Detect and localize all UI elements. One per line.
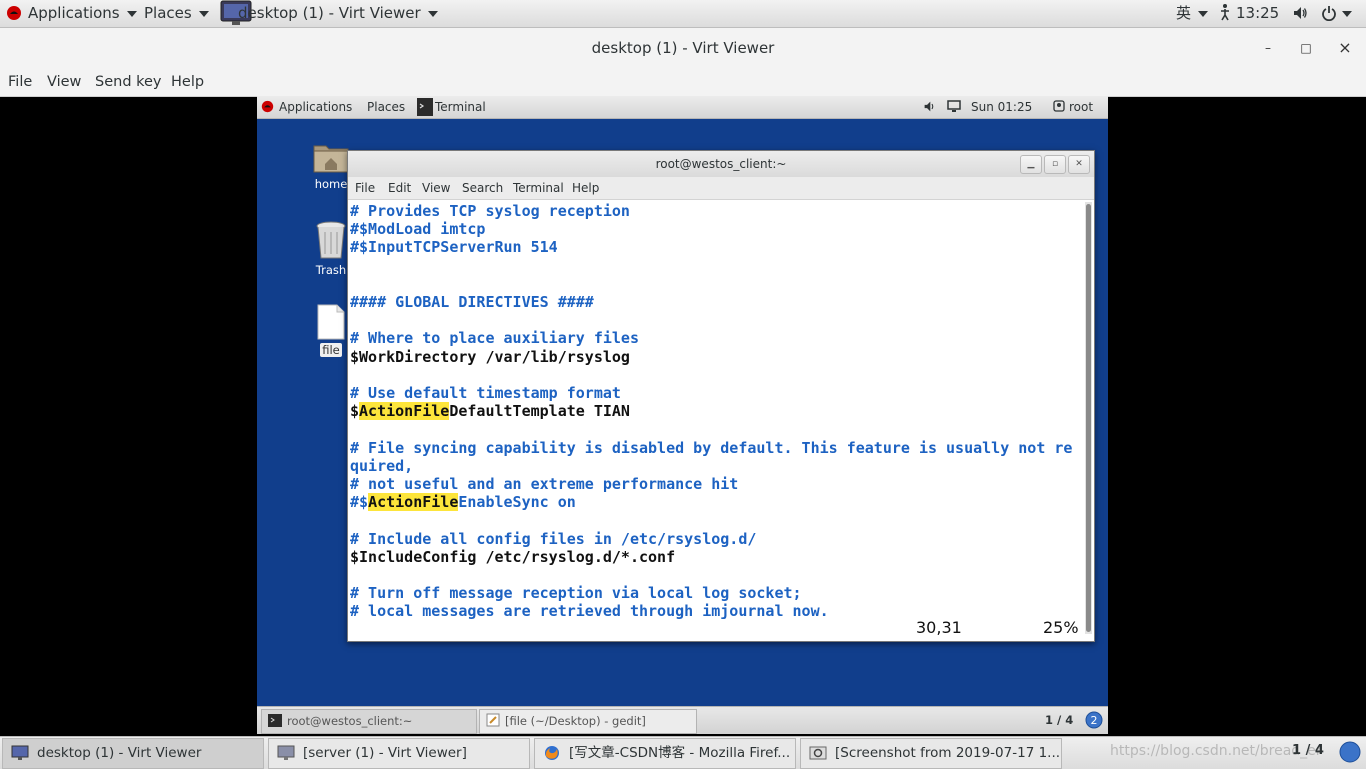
terminal-line: #### GLOBAL DIRECTIVES ####	[350, 293, 594, 311]
host-applications-menu[interactable]: Applications	[6, 0, 137, 27]
chevron-down-icon	[1342, 10, 1352, 17]
terminal-menu-bar: File Edit View Search Terminal Help	[348, 177, 1094, 200]
host-task-desktop-viewer[interactable]: desktop (1) - Virt Viewer	[2, 738, 264, 769]
terminal-menu-terminal[interactable]: Terminal	[513, 177, 564, 199]
terminal-title: root@westos_client:~	[655, 157, 787, 171]
watermark: https://blog.csdn.net/bread_er	[1110, 743, 1322, 759]
terminal-content[interactable]: # Provides TCP syslog reception #$ModLoad…	[350, 202, 1082, 639]
host-active-window-menu[interactable]: desktop (1) - Virt Viewer	[218, 0, 438, 27]
menu-view[interactable]: View	[47, 68, 81, 96]
redhat-icon	[7, 6, 21, 20]
terminal-icon	[417, 98, 433, 116]
terminal-line: # not useful and an extreme performance …	[350, 475, 739, 493]
cursor-position: 30,31	[916, 618, 962, 637]
terminal-menu-search[interactable]: Search	[462, 177, 503, 199]
host-taskbar: desktop (1) - Virt Viewer [server (1) - …	[0, 736, 1366, 769]
maximize-button[interactable]: □	[1294, 28, 1318, 68]
guest-task-terminal[interactable]: root@westos_client:~	[261, 709, 477, 734]
chevron-down-icon	[1198, 10, 1209, 17]
terminal-menu-view[interactable]: View	[422, 177, 450, 199]
host-top-panel: Applications Places desktop (1) - Virt V…	[0, 0, 1366, 28]
chevron-down-icon	[198, 10, 209, 17]
terminal-line: # Turn off message reception via local l…	[350, 584, 802, 603]
guest-taskbar: root@westos_client:~ [file (~/Desktop) -…	[257, 706, 1108, 734]
terminal-line: $IncludeConfig /etc/rsyslog.d/*.conf	[350, 547, 676, 566]
scroll-percent: 25%	[1043, 618, 1079, 637]
host-clock[interactable]: 13:25	[1220, 0, 1279, 27]
guest-user-menu[interactable]: root	[1053, 96, 1093, 118]
terminal-line: # Use default timestamp format	[350, 384, 621, 402]
terminal-line: $WorkDirectory /var/lib/rsyslog	[350, 347, 630, 366]
svg-text:2: 2	[1091, 714, 1098, 727]
terminal-line: # Include all config files in /etc/rsysl…	[350, 529, 757, 548]
trash-icon	[316, 221, 346, 259]
guest-applications-menu[interactable]: Applications	[261, 96, 352, 118]
accessibility-icon	[1221, 4, 1229, 21]
host-task-server-viewer[interactable]: [server (1) - Virt Viewer]	[268, 738, 530, 769]
host-task-firefox[interactable]: [写文章-CSDN博客 - Mozilla Firef...	[534, 738, 796, 769]
terminal-maximize-button[interactable]: ▫	[1044, 155, 1066, 174]
guest-volume-icon[interactable]	[923, 96, 936, 118]
guest-top-panel: Applications Places Terminal Sun 01:25 r…	[257, 96, 1108, 119]
terminal-close-button[interactable]: ✕	[1068, 155, 1090, 174]
guest-notification-icon[interactable]: 2	[1085, 711, 1103, 732]
close-button[interactable]: ×	[1333, 28, 1357, 68]
user-icon	[1053, 100, 1065, 112]
guest-clock[interactable]: Sun 01:25	[971, 96, 1032, 118]
host-task-screenshot[interactable]: [Screenshot from 2019-07-17 1...	[800, 738, 1062, 769]
redhat-icon	[261, 100, 274, 113]
terminal-menu-help[interactable]: Help	[572, 177, 599, 199]
home-folder-icon	[313, 145, 349, 173]
terminal-line: quired,	[350, 456, 414, 475]
monitor-icon	[11, 745, 29, 760]
host-notification-icon[interactable]	[1339, 741, 1361, 767]
terminal-icon	[268, 714, 282, 727]
guest-display[interactable]: Applications Places Terminal Sun 01:25 r…	[257, 96, 1108, 734]
menu-send-key[interactable]: Send key	[95, 68, 162, 96]
document-icon	[317, 304, 345, 340]
terminal-line: #$InputTCPServerRun 514	[350, 238, 558, 257]
terminal-line: #$ActionFileEnableSync on	[350, 493, 576, 512]
search-highlight: ActionFile	[368, 493, 459, 512]
scrollbar-thumb[interactable]	[1086, 204, 1091, 632]
power-icon[interactable]	[1321, 0, 1352, 27]
terminal-scrollbar[interactable]	[1085, 202, 1092, 634]
image-viewer-icon	[809, 746, 827, 760]
firefox-icon	[545, 746, 559, 760]
terminal-line: #$ModLoad imtcp	[350, 220, 486, 239]
input-method-indicator[interactable]: 英	[1176, 0, 1209, 27]
desktop-icon-home[interactable]: home	[311, 140, 351, 191]
host-places-menu[interactable]: Places	[144, 0, 209, 27]
terminal-line: # File syncing capability is disabled by…	[350, 438, 1073, 457]
desktop-icon-file[interactable]: file	[313, 304, 349, 357]
desktop-icon-trash[interactable]: Trash	[311, 220, 351, 277]
terminal-line: # Provides TCP syslog reception	[350, 202, 630, 220]
viewer-menu-bar: File View Send key Help	[0, 68, 1366, 97]
minimize-button[interactable]: –	[1256, 28, 1280, 68]
terminal-minimize-button[interactable]: ▁	[1020, 155, 1042, 174]
guest-task-gedit[interactable]: [file (~/Desktop) - gedit]	[479, 709, 697, 734]
viewer-title-bar[interactable]: desktop (1) - Virt Viewer	[0, 28, 1366, 68]
guest-workspace-indicator[interactable]: 1 / 4	[1045, 707, 1073, 733]
search-highlight: ActionFile	[359, 402, 450, 421]
terminal-menu-file[interactable]: File	[355, 177, 375, 199]
viewer-window-title: desktop (1) - Virt Viewer	[591, 39, 775, 57]
guest-places-menu[interactable]: Places	[367, 96, 405, 118]
text-editor-icon	[486, 713, 500, 727]
host-workspace-indicator[interactable]: 1 / 4	[1292, 737, 1324, 765]
guest-active-app[interactable]: Terminal	[417, 96, 486, 118]
monitor-icon	[277, 745, 295, 760]
terminal-line: # local messages are retrieved through i…	[350, 602, 829, 621]
chevron-down-icon	[126, 10, 137, 17]
terminal-title-bar[interactable]: root@westos_client:~	[348, 151, 1094, 177]
guest-display-icon[interactable]	[947, 96, 961, 118]
chevron-down-icon	[427, 10, 438, 17]
volume-icon[interactable]	[1292, 0, 1308, 27]
menu-help[interactable]: Help	[171, 68, 204, 96]
terminal-window[interactable]: root@westos_client:~ ▁ ▫ ✕ File Edit Vie…	[347, 150, 1095, 642]
menu-file[interactable]: File	[8, 68, 32, 96]
terminal-line: # Where to place auxiliary files	[350, 329, 639, 348]
terminal-line: $ActionFileDefaultTemplate TIAN	[350, 402, 630, 421]
terminal-menu-edit[interactable]: Edit	[388, 177, 411, 199]
